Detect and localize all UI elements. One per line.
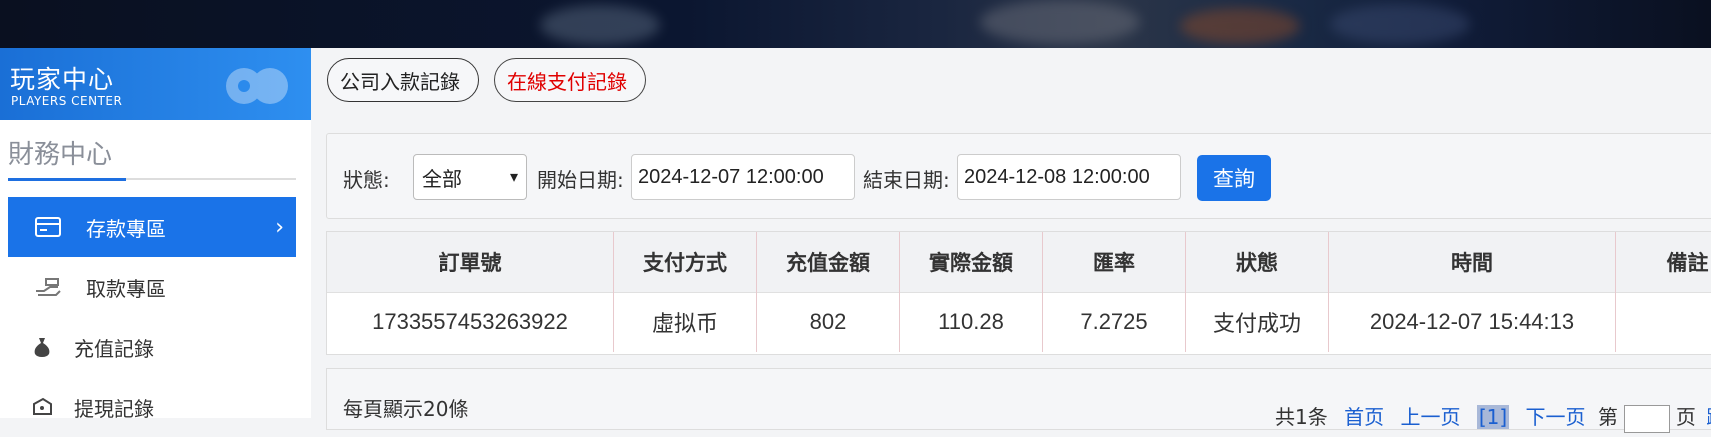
col-header-remarks: 備註 bbox=[1666, 252, 1709, 275]
sidebar-item-label: 存款專區 bbox=[86, 216, 166, 241]
col-header-recharge-amount: 充值金額 bbox=[757, 232, 900, 292]
end-date-input[interactable]: 2024-12-08 12:00:00 bbox=[957, 154, 1181, 200]
tag-money-icon bbox=[28, 395, 56, 419]
sidebar-item-label: 取款專區 bbox=[86, 276, 166, 301]
hand-money-icon bbox=[34, 275, 62, 299]
chevron-right-icon: › bbox=[275, 214, 284, 240]
page-number-input[interactable] bbox=[1623, 404, 1670, 433]
status-select-value: 全部 bbox=[422, 166, 462, 191]
table-cell-exchange-rate: 7.2725 bbox=[1043, 292, 1186, 352]
table-cell-time: 2024-12-07 15:44:13 bbox=[1329, 292, 1616, 352]
pagination-bar: 每頁顯示20條 共1条 首页 上一页 [1] 下一页 第页 跳 bbox=[326, 368, 1711, 433]
status-label: 狀態: bbox=[343, 168, 390, 192]
records-table: 訂單號 支付方式 充值金額 實際金額 匯率 狀態 時間 備註 173355745… bbox=[326, 231, 1711, 355]
sidebar-item-label: 提現記錄 bbox=[74, 396, 154, 421]
total-count: 共1条 bbox=[1275, 405, 1328, 429]
sidebar-item-label: 充值記錄 bbox=[74, 336, 154, 361]
col-header-status: 狀態 bbox=[1186, 232, 1329, 292]
col-header-exchange-rate: 匯率 bbox=[1043, 232, 1186, 292]
table-cell-recharge-amount: 802 bbox=[757, 292, 900, 352]
players-center-subtitle: PLAYERS CENTER bbox=[11, 94, 123, 108]
next-page-link[interactable]: 下一页 bbox=[1526, 405, 1586, 429]
prev-page-link[interactable]: 上一页 bbox=[1400, 405, 1460, 429]
query-button[interactable]: 查詢 bbox=[1197, 155, 1271, 201]
col-header-actual-amount: 實際金額 bbox=[900, 232, 1043, 292]
sidebar-item-withdraw[interactable]: 取款專區 bbox=[8, 257, 296, 317]
tab-online-payment-records[interactable]: 在線支付記錄 bbox=[494, 58, 646, 102]
table-cell-payment-method: 虛拟币 bbox=[614, 292, 757, 352]
table-cell-remarks bbox=[1616, 292, 1711, 352]
tab-company-deposit-records[interactable]: 公司入款記錄 bbox=[327, 58, 479, 102]
gamepad-icon bbox=[226, 68, 288, 104]
current-page[interactable]: [1] bbox=[1476, 405, 1510, 429]
jump-link[interactable]: 跳 bbox=[1706, 405, 1711, 429]
start-date-label: 開始日期: bbox=[537, 168, 624, 192]
table-cell-order-no: 1733557453263922 bbox=[327, 292, 614, 352]
players-center-title: 玩家中心 bbox=[10, 65, 115, 94]
end-date-label: 結束日期: bbox=[863, 168, 950, 192]
start-date-input[interactable]: 2024-12-07 12:00:00 bbox=[631, 154, 855, 200]
col-header-order-no: 訂單號 bbox=[327, 232, 614, 292]
sidebar: 玩家中心 PLAYERS CENTER 財務中心 存款專區 › 取款專區 充值記… bbox=[0, 48, 311, 421]
record-tabs: 公司入款記錄 在線支付記錄 bbox=[311, 48, 1711, 122]
filter-panel: 狀態: 全部 ▾ 開始日期: 2024-12-07 12:00:00 結束日期:… bbox=[326, 133, 1711, 219]
top-banner bbox=[0, 0, 1711, 48]
finance-center-title: 財務中心 bbox=[8, 140, 113, 170]
players-center-header: 玩家中心 PLAYERS CENTER bbox=[0, 48, 311, 120]
table-cell-status: 支付成功 bbox=[1186, 292, 1329, 352]
sidebar-item-withdraw-records[interactable]: 提現記錄 bbox=[8, 377, 296, 437]
chevron-down-icon: ▾ bbox=[509, 167, 518, 186]
page-suffix: 页 bbox=[1675, 405, 1696, 429]
card-icon bbox=[34, 215, 62, 239]
page-prefix: 第 bbox=[1597, 405, 1618, 429]
table-cell-actual-amount: 110.28 bbox=[900, 292, 1043, 352]
sidebar-item-recharge-records[interactable]: 充值記錄 bbox=[8, 317, 296, 377]
col-header-payment-method: 支付方式 bbox=[614, 232, 757, 292]
sidebar-item-deposit[interactable]: 存款專區 › bbox=[8, 197, 296, 257]
col-header-time: 時間 bbox=[1329, 232, 1616, 292]
first-page-link[interactable]: 首页 bbox=[1344, 405, 1384, 429]
pagination-controls: 共1条 首页 上一页 [1] 下一页 第 页 跳 bbox=[1275, 401, 1711, 433]
status-select[interactable]: 全部 ▾ bbox=[413, 154, 527, 200]
money-bag-icon bbox=[28, 335, 56, 359]
section-underline bbox=[8, 178, 296, 181]
